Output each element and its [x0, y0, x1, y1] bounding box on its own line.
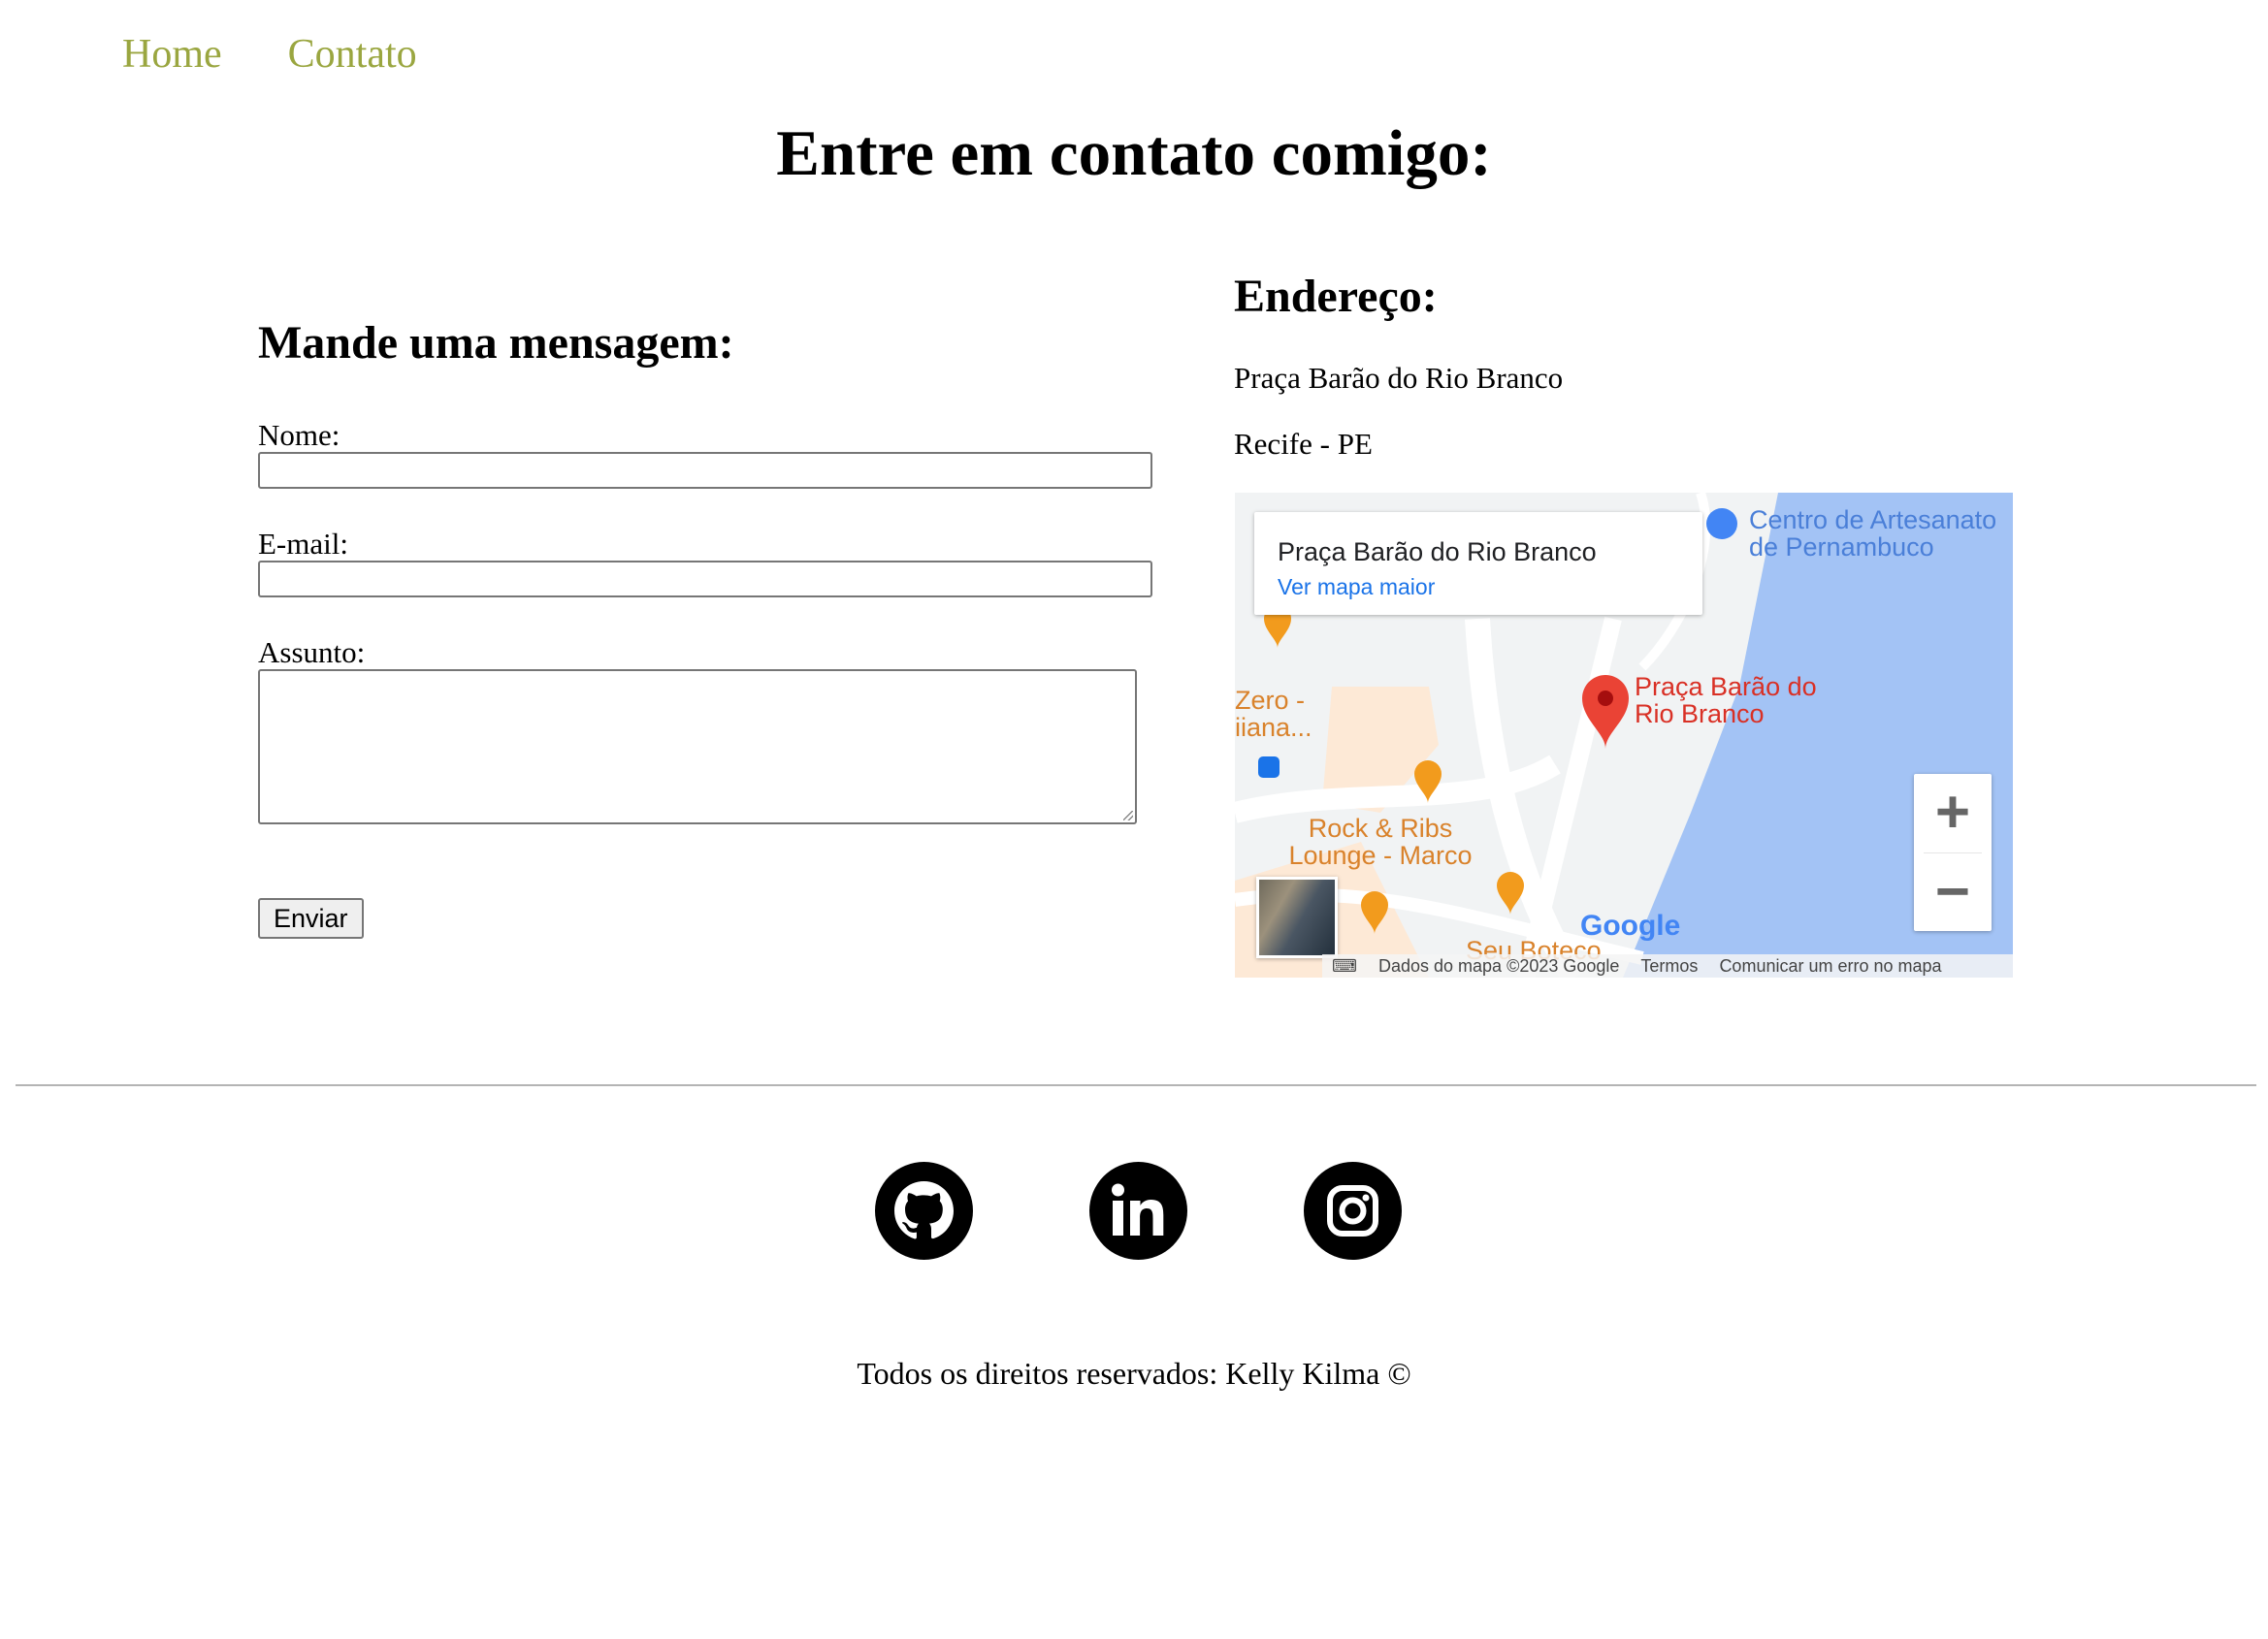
- map-attribution: ⌨ Dados do mapa ©2023 Google Termos Comu…: [1322, 954, 2013, 978]
- map-zoom-control: + −: [1914, 774, 1992, 931]
- instagram-icon[interactable]: [1304, 1162, 1402, 1260]
- map-data-credit: Dados do mapa ©2023 Google: [1377, 956, 1620, 976]
- address-title: Endereço:: [1234, 271, 1438, 322]
- social-links: [875, 1162, 1402, 1260]
- map-place-card: Praça Barão do Rio Branco Ver mapa maior: [1254, 512, 1702, 615]
- address-line-street: Praça Barão do Rio Branco: [1234, 361, 1564, 395]
- top-nav: Home Contato: [122, 27, 417, 81]
- google-logo: Google: [1580, 910, 1681, 942]
- github-icon[interactable]: [875, 1162, 973, 1260]
- resize-grip-icon[interactable]: [1123, 811, 1133, 820]
- footer-divider: [16, 1084, 2256, 1086]
- page-title: Entre em contato comigo:: [776, 117, 1492, 189]
- zoom-out-button[interactable]: −: [1914, 853, 1992, 931]
- linkedin-icon[interactable]: [1089, 1162, 1187, 1260]
- zoom-in-button[interactable]: +: [1914, 774, 1992, 852]
- address-line-city: Recife - PE: [1234, 427, 1373, 461]
- copyright-text: Todos os direitos reservados: Kelly Kilm…: [857, 1356, 1411, 1391]
- address-section: Endereço: Praça Barão do Rio Branco Reci…: [1234, 264, 2029, 461]
- map-place-name: Praça Barão do Rio Branco: [1278, 537, 1597, 566]
- satellite-toggle[interactable]: [1256, 877, 1338, 958]
- subject-textarea[interactable]: [258, 669, 1137, 824]
- email-label: E-mail:: [258, 527, 348, 561]
- map-report-link[interactable]: Comunicar um erro no mapa: [1719, 954, 1941, 978]
- map-label-artesanato[interactable]: Centro de Artesanato de Pernambuco: [1749, 506, 2011, 561]
- map-label-rock[interactable]: Rock & Ribs Lounge - Marco: [1283, 815, 1477, 869]
- email-field[interactable]: [258, 561, 1152, 597]
- name-label: Nome:: [258, 418, 340, 452]
- submit-button[interactable]: Enviar: [258, 898, 364, 939]
- form-title: Mande uma mensagem:: [258, 317, 734, 369]
- map-terms-link[interactable]: Termos: [1640, 954, 1698, 978]
- map-label-pin[interactable]: Praça Barão do Rio Branco: [1635, 673, 1829, 727]
- keyboard-icon[interactable]: ⌨: [1332, 954, 1357, 978]
- nav-link-home[interactable]: Home: [122, 27, 222, 81]
- nav-link-contato[interactable]: Contato: [288, 27, 417, 81]
- subject-label: Assunto:: [258, 635, 366, 669]
- name-field[interactable]: [258, 452, 1152, 489]
- map-label-zero[interactable]: Zero - iiana...: [1235, 687, 1312, 741]
- embedded-map[interactable]: Praça Barão do Rio Branco Ver mapa maior…: [1235, 493, 2013, 978]
- view-larger-map-link[interactable]: Ver mapa maior: [1278, 574, 1435, 600]
- contact-form: Mande uma mensagem: Nome: E-mail: Assunt…: [258, 310, 1160, 824]
